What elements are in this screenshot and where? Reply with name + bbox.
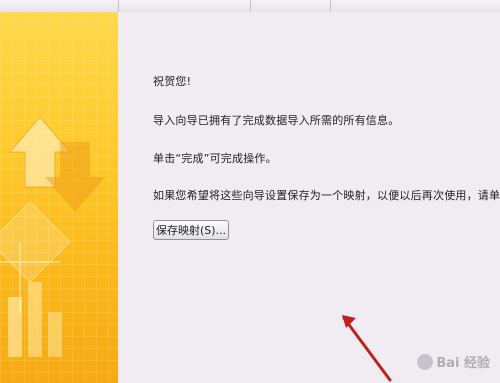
save-mapping-label: 保存映射(S)... [155,224,227,237]
save-hint-text: 如果您希望将这些向导设置保存为一个映射，以便以后再次使用，请单击“保存 [153,189,500,202]
finish-hint-text: 单击“完成”可完成操作。 [153,152,277,165]
save-mapping-button[interactable]: 保存映射(S)... [153,220,229,240]
title-divider [330,0,331,12]
title-divider [118,0,119,12]
congrats-text: 祝贺您! [153,75,192,88]
info-text: 导入向导已拥有了完成数据导入所需的所有信息。 [153,114,400,127]
watermark-text: Bai 经验 [436,356,490,371]
wizard-side-banner [0,12,118,383]
title-divider [250,0,251,12]
baidu-watermark: Bai 经验 [417,352,490,371]
baidu-paw-icon [417,353,434,370]
red-pointer-arrow-icon [342,315,392,382]
banner-graphic [0,12,118,383]
